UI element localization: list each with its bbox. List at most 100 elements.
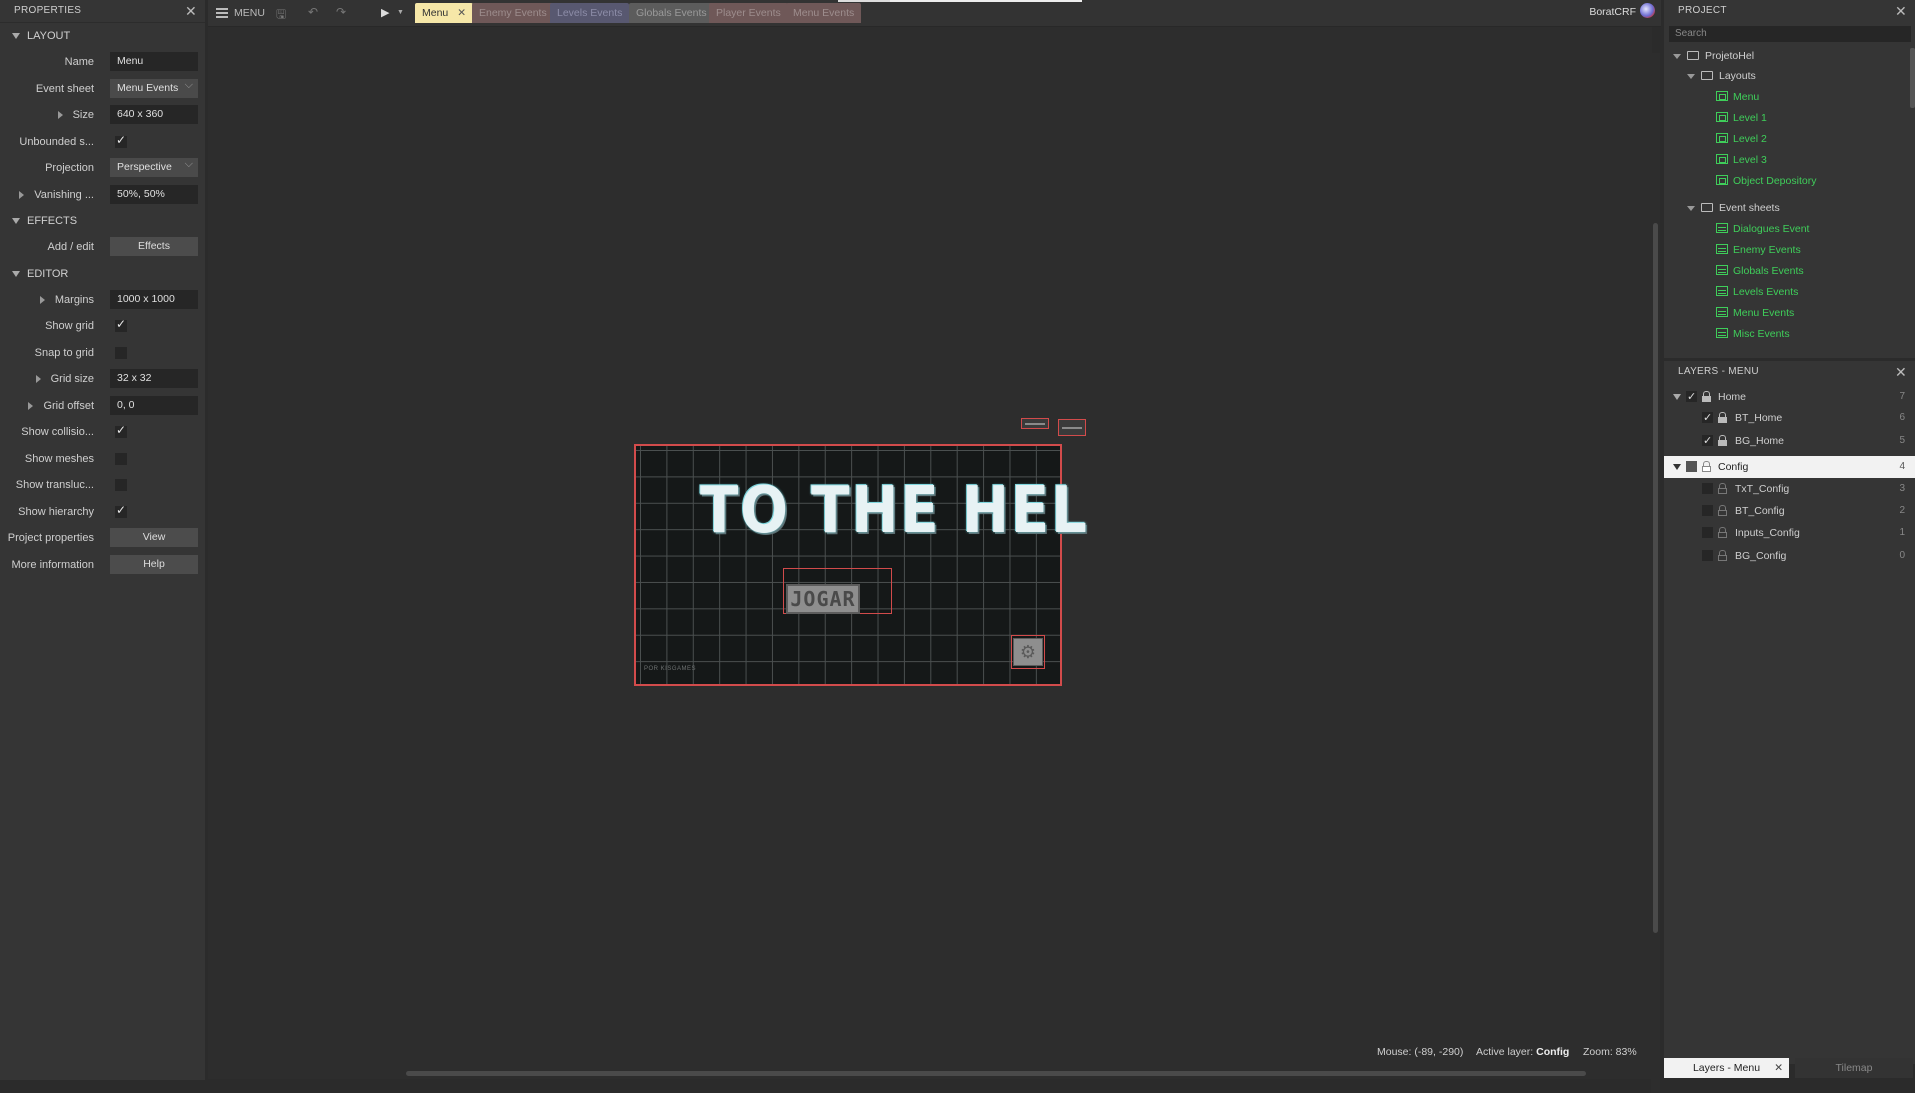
project-search-input[interactable]: Search bbox=[1669, 26, 1911, 42]
help-button[interactable]: Help bbox=[110, 554, 198, 574]
tree-root[interactable]: ProjetoHel bbox=[1673, 47, 1754, 65]
layer-visible-checkbox[interactable] bbox=[1702, 407, 1713, 429]
avatar[interactable] bbox=[1640, 3, 1655, 19]
view-button[interactable]: View bbox=[110, 528, 198, 547]
tree-layout-level-1[interactable]: Level 1 bbox=[1716, 109, 1767, 127]
tree-folder-layouts[interactable]: Layouts bbox=[1687, 67, 1756, 85]
layer-visible-checkbox[interactable] bbox=[1702, 550, 1713, 561]
tree-layout-menu[interactable]: Menu bbox=[1716, 88, 1759, 106]
game-title-text[interactable]: TO THE HEL bbox=[700, 474, 1089, 548]
tree-layout-object-depository[interactable]: Object Depository bbox=[1716, 172, 1816, 190]
show-translucent-checkbox[interactable] bbox=[115, 479, 127, 491]
tree-event-levels[interactable]: Levels Events bbox=[1716, 283, 1798, 301]
collapse-triangle-icon[interactable] bbox=[1673, 53, 1681, 59]
layer-row-bt-config[interactable]: BT_Config 2 bbox=[1664, 500, 1915, 522]
collapse-triangle-icon[interactable] bbox=[1673, 394, 1681, 400]
layer-visible-checkbox[interactable] bbox=[1702, 483, 1713, 494]
settings-gear-icon[interactable]: ⚙ bbox=[1013, 638, 1043, 666]
show-grid-checkbox[interactable] bbox=[115, 317, 127, 332]
margins-field[interactable]: 1000 x 1000 bbox=[110, 289, 198, 309]
layer-row-bg-config[interactable]: BG_Config 0 bbox=[1664, 545, 1915, 567]
tab-player-events[interactable]: Player Events bbox=[709, 3, 788, 23]
close-icon[interactable]: ✕ bbox=[185, 0, 197, 22]
user-account[interactable]: BoratCRF bbox=[1589, 3, 1655, 19]
vertical-scrollbar[interactable] bbox=[1651, 53, 1660, 1093]
layer-row-inputs-config[interactable]: Inputs_Config 1 bbox=[1664, 522, 1915, 544]
show-meshes-checkbox[interactable] bbox=[115, 452, 127, 465]
projection-select[interactable]: Perspective bbox=[110, 155, 198, 177]
vanishing-field[interactable]: 50%, 50% bbox=[110, 184, 198, 204]
tab-tilemap[interactable]: Tilemap bbox=[1795, 1058, 1913, 1078]
layer-row-txt-config[interactable]: TxT_Config 3 bbox=[1664, 478, 1915, 500]
snap-to-grid-checkbox[interactable] bbox=[115, 346, 127, 359]
layout-area[interactable]: TO THE HEL JOGAR ⚙ POR KISGAMES bbox=[634, 444, 1087, 686]
tree-event-menu[interactable]: Menu Events bbox=[1716, 304, 1794, 322]
collapse-triangle-icon[interactable] bbox=[1687, 205, 1695, 211]
section-editor[interactable]: EDITOR bbox=[0, 261, 205, 287]
expand-triangle-icon[interactable] bbox=[19, 190, 25, 199]
layer-visible-checkbox[interactable] bbox=[1702, 505, 1713, 516]
expand-triangle-icon[interactable] bbox=[57, 111, 63, 120]
lock-icon[interactable] bbox=[1702, 391, 1711, 402]
layer-row-config[interactable]: Config 4 bbox=[1664, 456, 1915, 478]
event-sheet-select[interactable]: Menu Events bbox=[110, 76, 198, 98]
layer-visible-checkbox[interactable] bbox=[1686, 461, 1697, 472]
close-icon[interactable]: ✕ bbox=[1895, 0, 1907, 22]
prop-grid-offset-label[interactable]: Grid offset bbox=[28, 400, 94, 412]
layout-name-field[interactable]: Menu bbox=[110, 52, 198, 71]
layer-visible-checkbox[interactable] bbox=[1702, 430, 1713, 452]
unlock-icon[interactable] bbox=[1702, 461, 1711, 472]
vertical-scroll-thumb[interactable] bbox=[1653, 223, 1658, 933]
unbounded-checkbox[interactable] bbox=[115, 133, 127, 148]
layer-row-bg-home[interactable]: BG_Home 5 bbox=[1664, 430, 1915, 452]
tab-close-icon[interactable]: ✕ bbox=[1774, 1058, 1783, 1078]
save-icon[interactable]: 🖫 bbox=[276, 5, 286, 26]
collapse-triangle-icon[interactable] bbox=[1673, 464, 1681, 470]
main-menu-button[interactable]: MENU bbox=[234, 7, 265, 19]
close-icon[interactable]: ✕ bbox=[1895, 361, 1907, 383]
tree-event-enemy[interactable]: Enemy Events bbox=[1716, 241, 1801, 259]
redo-icon[interactable]: ↷ bbox=[336, 5, 346, 19]
prop-size-label[interactable]: Size bbox=[57, 109, 94, 121]
offscreen-object-2[interactable] bbox=[1058, 419, 1086, 436]
size-field[interactable]: 640 x 360 bbox=[110, 105, 198, 124]
show-hierarchy-checkbox[interactable] bbox=[115, 503, 127, 518]
tab-layers[interactable]: Layers - Menu ✕ bbox=[1664, 1058, 1789, 1078]
prop-grid-size-label[interactable]: Grid size bbox=[35, 373, 94, 385]
expand-triangle-icon[interactable] bbox=[35, 375, 41, 384]
tab-close-icon[interactable]: ✕ bbox=[457, 7, 466, 19]
tab-menu[interactable]: Menu ✕ bbox=[415, 3, 473, 23]
collapse-triangle-icon[interactable] bbox=[1687, 73, 1695, 79]
tree-layout-level-3[interactable]: Level 3 bbox=[1716, 151, 1767, 169]
grid-size-field[interactable]: 32 x 32 bbox=[110, 369, 198, 388]
prop-margins-label[interactable]: Margins bbox=[39, 294, 94, 306]
show-collision-checkbox[interactable] bbox=[115, 423, 127, 438]
tree-layout-level-2[interactable]: Level 2 bbox=[1716, 130, 1767, 148]
unlock-icon[interactable] bbox=[1718, 550, 1727, 561]
layer-row-home[interactable]: Home 7 bbox=[1664, 386, 1915, 408]
play-button-sprite[interactable]: JOGAR bbox=[786, 584, 860, 614]
tree-event-misc[interactable]: Misc Events bbox=[1716, 325, 1790, 343]
tree-event-dialogues[interactable]: Dialogues Event bbox=[1716, 220, 1809, 238]
horizontal-scrollbar[interactable] bbox=[208, 1067, 1652, 1079]
offscreen-object-1[interactable] bbox=[1021, 418, 1049, 429]
unlock-icon[interactable] bbox=[1718, 527, 1727, 538]
tab-levels-events[interactable]: Levels Events bbox=[550, 3, 630, 23]
tree-event-globals[interactable]: Globals Events bbox=[1716, 262, 1804, 280]
undo-icon[interactable]: ↶ bbox=[308, 5, 318, 19]
effects-button[interactable]: Effects bbox=[110, 237, 198, 256]
tab-enemy-events[interactable]: Enemy Events bbox=[472, 3, 554, 23]
play-icon[interactable]: ▶ bbox=[381, 6, 389, 19]
lock-icon[interactable] bbox=[1718, 412, 1727, 423]
tab-globals-events[interactable]: Globals Events bbox=[629, 3, 714, 23]
layer-visible-checkbox[interactable] bbox=[1686, 386, 1697, 408]
expand-triangle-icon[interactable] bbox=[39, 295, 45, 304]
horizontal-scroll-thumb[interactable] bbox=[406, 1071, 1586, 1076]
lock-icon[interactable] bbox=[1718, 435, 1727, 446]
hamburger-menu-icon[interactable] bbox=[216, 8, 228, 20]
project-scroll-thumb[interactable] bbox=[1910, 48, 1915, 108]
play-dropdown-icon[interactable]: ▼ bbox=[397, 9, 404, 16]
prop-vanishing-label[interactable]: Vanishing ... bbox=[19, 189, 94, 201]
layer-row-bt-home[interactable]: BT_Home 6 bbox=[1664, 407, 1915, 429]
section-layout[interactable]: LAYOUT bbox=[0, 23, 205, 49]
